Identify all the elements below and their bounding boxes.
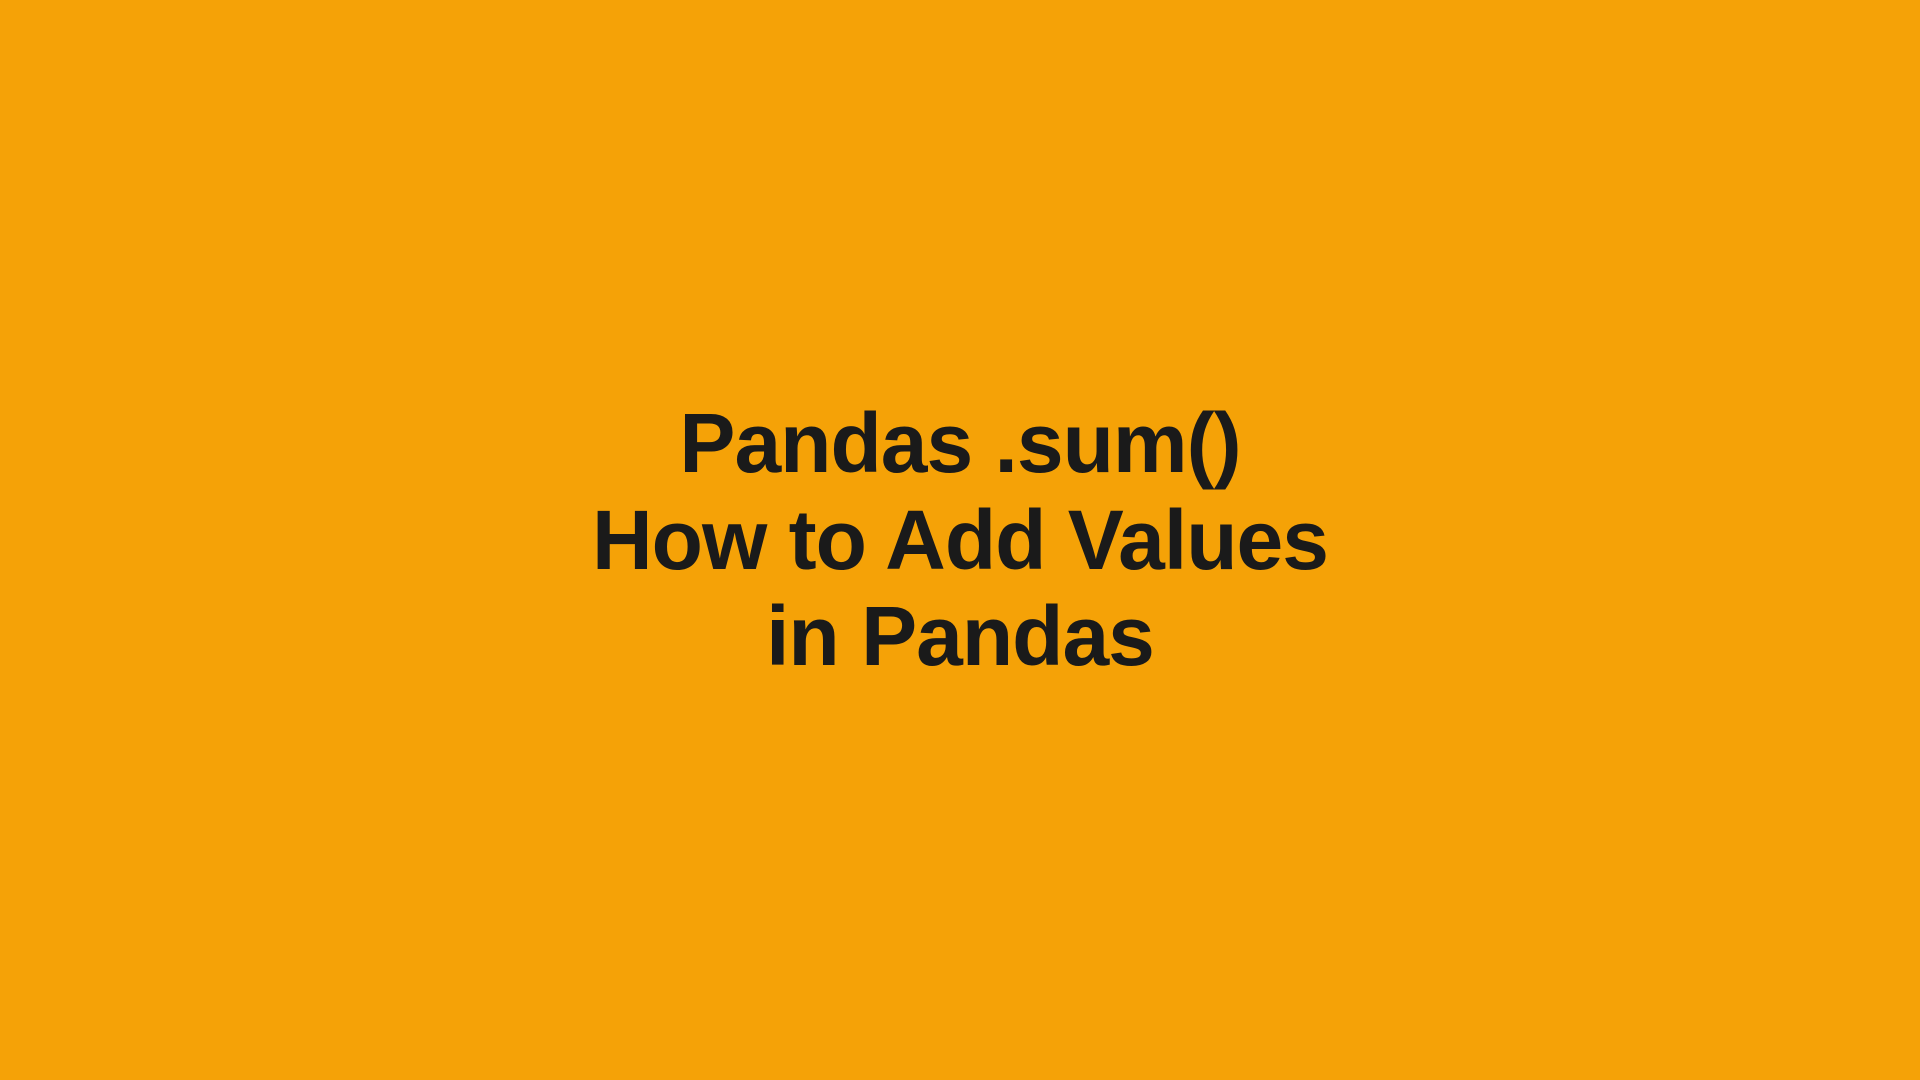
title-line-2: How to Add Values: [592, 492, 1328, 589]
title-line-3: in Pandas: [592, 588, 1328, 685]
title-line-1: Pandas .sum(): [592, 395, 1328, 492]
title-slide: Pandas .sum() How to Add Values in Panda…: [592, 395, 1328, 685]
